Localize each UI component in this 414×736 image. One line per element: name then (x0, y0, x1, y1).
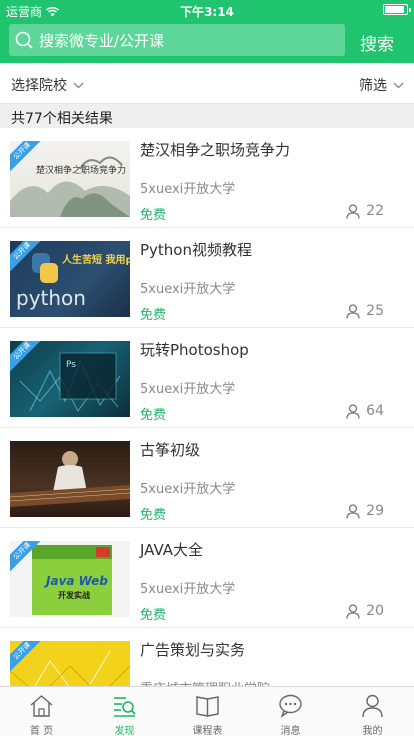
app-header: 运营商 下午3:14 搜索微专业/公开课 搜索 (0, 0, 414, 63)
search-placeholder: 搜索微专业/公开课 (39, 31, 165, 50)
tab-schedule[interactable]: 课程表 (166, 687, 249, 736)
tab-label: 消息 (280, 726, 301, 736)
thumb-calligraphy: 楚汉相争之职场竞争力 (36, 164, 126, 176)
course-row[interactable]: 人生苦短 我用python python 公开课 Python视频教程 5xue… (0, 228, 414, 328)
course-thumbnail: 公开课 (10, 641, 130, 686)
status-time: 下午3:14 (180, 5, 234, 19)
course-list[interactable]: 楚汉相争之职场竞争力 公开课 楚汉相争之职场竞争力 5xuexi开放大学 免费 … (0, 128, 414, 686)
tab-label: 我的 (362, 726, 383, 736)
course-title: 玩转Photoshop (140, 341, 249, 359)
tab-profile[interactable]: 我的 (331, 687, 414, 736)
result-count-bar: 共77个相关结果 (0, 104, 414, 128)
course-thumbnail (10, 441, 130, 517)
chevron-down-icon (73, 82, 84, 88)
learner-count: 64 (366, 403, 384, 419)
person-icon (346, 603, 360, 619)
search-input[interactable]: 搜索微专业/公开课 (9, 24, 345, 56)
course-learner-count: 25 (346, 303, 384, 319)
person-icon (346, 403, 360, 419)
course-school: 重庆城市管理职业学院 (140, 678, 270, 686)
search-icon (9, 24, 39, 56)
book-icon (196, 696, 219, 717)
learner-count: 25 (366, 303, 384, 319)
status-bar: 运营商 下午3:14 (0, 0, 414, 20)
thumb-python-word: python (16, 286, 86, 310)
course-title: 楚汉相争之职场竞争力 (140, 141, 291, 159)
course-school: 5xuexi开放大学 (140, 382, 236, 397)
course-row[interactable]: Java Web 开发实战 公开课 JAVA大全 5xuexi开放大学 免费 2… (0, 528, 414, 628)
tab-messages[interactable]: 消息 (249, 687, 332, 736)
course-price: 免费 (140, 208, 167, 223)
thumb-slogan: 人生苦短 我用python (62, 253, 130, 266)
learner-count: 22 (366, 203, 384, 219)
home-icon (30, 695, 53, 717)
message-icon (279, 694, 302, 718)
search-button[interactable]: 搜索 (346, 24, 408, 60)
course-school: 5xuexi开放大学 (140, 582, 236, 597)
person-icon (346, 303, 360, 319)
battery-level (385, 6, 404, 13)
course-row[interactable]: 古筝初级 5xuexi开放大学 免费 29 (0, 428, 414, 528)
tab-label: 课程表 (192, 726, 223, 736)
course-school: 5xuexi开放大学 (140, 282, 236, 297)
course-price: 免费 (140, 408, 167, 423)
thumb-ps-logo: Ps (66, 360, 76, 370)
filter-bar: 选择院校 筛选 (0, 63, 414, 104)
course-learner-count: 20 (346, 603, 384, 619)
tab-discover[interactable]: 发现 (83, 687, 166, 736)
course-row[interactable]: 楚汉相争之职场竞争力 公开课 楚汉相争之职场竞争力 5xuexi开放大学 免费 … (0, 128, 414, 228)
tab-label: 首 页 (29, 726, 54, 736)
tab-label: 发现 (114, 726, 135, 736)
discover-icon (114, 697, 136, 717)
learner-count: 20 (366, 603, 384, 619)
thumb-book-subtitle: 开发实战 (58, 590, 90, 600)
course-row[interactable]: 公开课 广告策划与实务 重庆城市管理职业学院 (0, 628, 414, 686)
thumb-book-title: Java Web (44, 574, 108, 588)
course-title: 古筝初级 (140, 441, 201, 459)
course-thumbnail: Ps 公开课 (10, 341, 130, 417)
course-thumbnail: 楚汉相争之职场竞争力 公开课 (10, 141, 130, 217)
course-price: 免费 (140, 608, 167, 623)
course-learner-count: 29 (346, 503, 384, 519)
school-select[interactable]: 选择院校 (11, 75, 84, 95)
filter-button[interactable]: 筛选 (359, 75, 404, 95)
course-school: 5xuexi开放大学 (140, 182, 236, 197)
profile-icon (362, 694, 383, 718)
chevron-down-icon (393, 82, 404, 88)
course-price: 免费 (140, 308, 167, 323)
course-learner-count: 64 (346, 403, 384, 419)
person-icon (346, 203, 360, 219)
course-learner-count: 22 (346, 203, 384, 219)
learner-count: 29 (366, 503, 384, 519)
course-title: 广告策划与实务 (140, 641, 246, 659)
course-row[interactable]: Ps 公开课 玩转Photoshop 5xuexi开放大学 免费 64 (0, 328, 414, 428)
course-title: JAVA大全 (140, 541, 204, 559)
course-school: 5xuexi开放大学 (140, 482, 236, 497)
filter-label: 筛选 (359, 78, 387, 94)
person-icon (346, 503, 360, 519)
course-thumbnail: 人生苦短 我用python python 公开课 (10, 241, 130, 317)
result-count: 共77个相关结果 (11, 111, 113, 127)
tab-home[interactable]: 首 页 (0, 687, 83, 736)
guzheng-player-image (10, 451, 130, 507)
course-title: Python视频教程 (140, 241, 252, 259)
course-thumbnail: Java Web 开发实战 公开课 (10, 541, 130, 617)
course-price: 免费 (140, 508, 167, 523)
battery-icon (383, 4, 411, 15)
bottom-tab-bar: 首 页 发现 课程表 消息 我的 (0, 686, 414, 736)
school-select-label: 选择院校 (11, 78, 67, 94)
